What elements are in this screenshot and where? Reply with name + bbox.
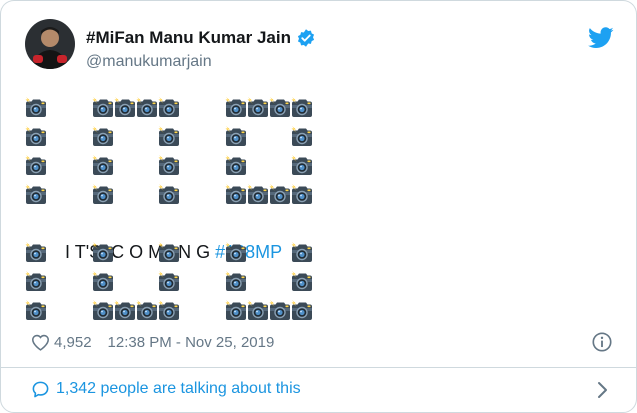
camera-with-flash-icon	[92, 242, 116, 263]
camera-with-flash-icon	[225, 97, 249, 118]
camera-with-flash-icon	[158, 300, 182, 321]
camera-with-flash-icon	[92, 300, 116, 321]
camera-with-flash-icon	[247, 184, 271, 205]
camera-with-flash-icon	[92, 184, 116, 205]
camera-art-bottom	[25, 238, 615, 325]
camera-with-flash-icon	[136, 300, 160, 321]
heart-icon[interactable]	[31, 334, 50, 351]
emoji-art-top-row	[25, 93, 615, 122]
author-handle[interactable]: @manukumarjain	[86, 53, 212, 71]
camera-with-flash-icon	[136, 97, 160, 118]
tweet-text: I T'S C O M I N G #108MP	[25, 93, 615, 325]
camera-with-flash-icon	[269, 300, 293, 321]
like-count[interactable]: 4,952	[54, 334, 92, 351]
camera-with-flash-icon	[269, 97, 293, 118]
camera-art-top	[25, 93, 615, 209]
camera-with-flash-icon	[158, 242, 182, 263]
tweet-meta: 4,952 12:38 PM - Nov 25, 2019	[31, 331, 621, 353]
camera-with-flash-icon	[25, 155, 49, 176]
camera-with-flash-icon	[158, 184, 182, 205]
camera-with-flash-icon	[291, 155, 315, 176]
camera-with-flash-icon	[25, 242, 49, 263]
camera-with-flash-icon	[92, 271, 116, 292]
author-display-name[interactable]: #MiFan Manu Kumar Jain	[86, 28, 291, 48]
coming-line: I T'S C O M I N G #108MP	[25, 209, 615, 262]
camera-with-flash-icon	[247, 97, 271, 118]
camera-with-flash-icon	[225, 184, 249, 205]
camera-with-flash-icon	[225, 300, 249, 321]
camera-with-flash-icon	[25, 300, 49, 321]
verified-badge-icon	[296, 28, 316, 48]
camera-with-flash-icon	[92, 155, 116, 176]
emoji-art-top-row	[25, 122, 615, 151]
emoji-art-bottom-row	[25, 296, 615, 325]
emoji-art-bottom-row	[25, 238, 615, 267]
conversation-footer[interactable]: 1,342 people are talking about this	[0, 367, 637, 413]
camera-with-flash-icon	[291, 271, 315, 292]
camera-with-flash-icon	[291, 300, 315, 321]
camera-with-flash-icon	[158, 155, 182, 176]
camera-with-flash-icon	[158, 97, 182, 118]
emoji-art-bottom-row	[25, 267, 615, 296]
emoji-art-top-row	[25, 151, 615, 180]
camera-with-flash-icon	[291, 97, 315, 118]
speech-bubble-icon	[31, 380, 50, 399]
talking-link[interactable]: 1,342 people are talking about this	[56, 380, 301, 398]
camera-with-flash-icon	[25, 271, 49, 292]
tweet-header: #MiFan Manu Kumar Jain @manukumarjain	[25, 19, 625, 75]
camera-with-flash-icon	[114, 97, 138, 118]
camera-with-flash-icon	[225, 271, 249, 292]
tweet-card: #MiFan Manu Kumar Jain @manukumarjain I …	[0, 0, 637, 413]
camera-with-flash-icon	[114, 300, 138, 321]
tweet-body: #MiFan Manu Kumar Jain @manukumarjain I …	[0, 0, 637, 367]
camera-with-flash-icon	[291, 242, 315, 263]
camera-with-flash-icon	[225, 155, 249, 176]
avatar[interactable]	[25, 19, 75, 69]
camera-with-flash-icon	[225, 126, 249, 147]
camera-with-flash-icon	[25, 126, 49, 147]
emoji-art-top-row	[25, 180, 615, 209]
camera-with-flash-icon	[291, 184, 315, 205]
camera-with-flash-icon	[291, 126, 315, 147]
chevron-right-icon[interactable]	[595, 381, 609, 399]
camera-with-flash-icon	[247, 300, 271, 321]
author-name-row[interactable]: #MiFan Manu Kumar Jain	[86, 28, 316, 48]
camera-with-flash-icon	[92, 126, 116, 147]
camera-with-flash-icon	[225, 242, 249, 263]
info-icon[interactable]	[591, 331, 613, 353]
camera-with-flash-icon	[158, 271, 182, 292]
camera-with-flash-icon	[269, 184, 293, 205]
timestamp-link[interactable]: 12:38 PM - Nov 25, 2019	[108, 334, 275, 351]
camera-with-flash-icon	[92, 97, 116, 118]
camera-with-flash-icon	[158, 126, 182, 147]
camera-with-flash-icon	[25, 184, 49, 205]
camera-with-flash-icon	[25, 97, 49, 118]
twitter-bird-icon[interactable]	[588, 27, 614, 49]
